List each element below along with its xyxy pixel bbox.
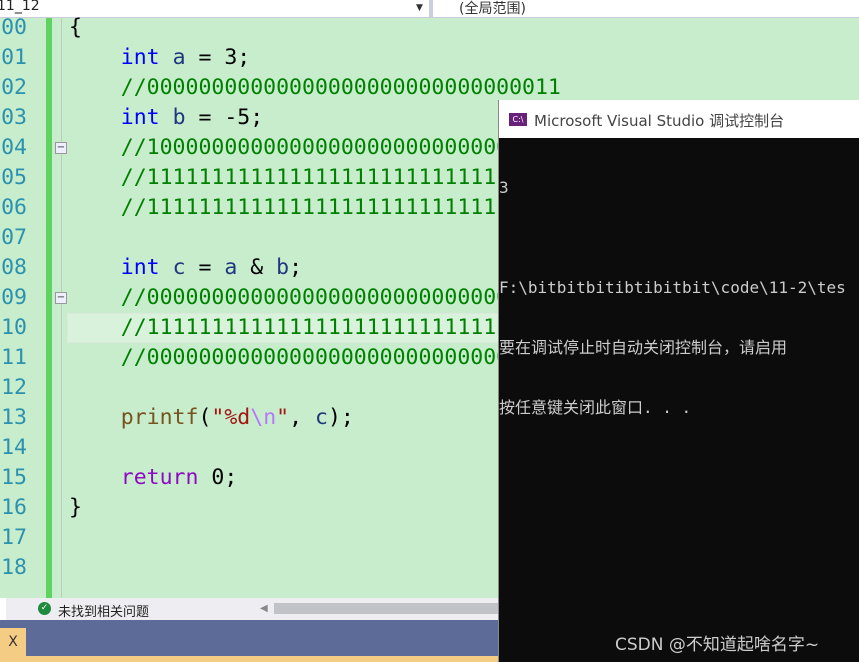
console-title-bar[interactable]: C:\ Microsoft Visual Studio 调试控制台 [499, 100, 859, 138]
horizontal-scrollbar[interactable] [274, 603, 500, 614]
code-token: , [289, 405, 315, 430]
status-bar: ✓ 未找到相关问题 ◀ [0, 598, 500, 620]
line-number: 15 [1, 465, 27, 490]
code-token: //11111111111111111111111111111011 [69, 195, 561, 220]
code-text: //00000000000000000000000000000011 [69, 73, 561, 103]
code-text: //11111111111111111111111111111011 [69, 313, 561, 343]
console-title: Microsoft Visual Studio 调试控制台 [534, 112, 785, 130]
code-text: return 0; [69, 463, 238, 493]
line-number: 16 [1, 495, 27, 520]
collapse-icon[interactable]: − [55, 142, 67, 154]
code-text: //11111111111111111111111111111011 [69, 193, 561, 223]
code-token: = 3; [185, 45, 251, 70]
code-text: int c = a & b; [69, 253, 302, 283]
code-text: int b = -5; [69, 103, 263, 133]
code-token: = -5; [185, 105, 264, 130]
console-line: 3 [499, 178, 509, 197]
code-text: printf("%d\n", c); [69, 403, 354, 433]
line-number: 18 [1, 555, 27, 580]
code-token: = [185, 255, 225, 280]
code-token: b [172, 105, 186, 130]
code-token: int [120, 255, 160, 280]
code-text: //00000000000000000000000000000011 [69, 343, 561, 373]
code-token: 0; [198, 465, 238, 490]
code-token: ; [289, 255, 303, 280]
tab-strip [0, 656, 500, 662]
code-token: //11111111111111111111111111111011 [69, 315, 561, 340]
code-token: //00000000000000000000000000000011 [69, 75, 561, 100]
code-token: int [120, 105, 160, 130]
code-token: { [69, 15, 82, 40]
code-token: \n [250, 405, 277, 430]
code-token: "%d [211, 405, 251, 430]
close-tab-button[interactable]: X [0, 628, 26, 656]
code-token: c [314, 405, 328, 430]
line-number: 07 [1, 225, 27, 250]
issues-status[interactable]: 未找到相关问题 [58, 601, 149, 620]
line-number: 10 [1, 315, 27, 340]
line-number: 04 [1, 135, 27, 160]
scroll-left-icon[interactable]: ◀ [260, 603, 268, 614]
line-number: 00 [1, 15, 27, 40]
code-token: " [276, 405, 290, 430]
code-token: //10000000000000000000000000000101 [69, 135, 561, 160]
code-text: int a = 3; [69, 43, 250, 73]
line-number: 09 [1, 285, 27, 310]
code-line[interactable]: 00 { [0, 13, 859, 43]
code-token: printf [120, 405, 199, 430]
scope-label: 11_12 [0, 0, 40, 14]
code-token: b [276, 255, 290, 280]
line-number: 14 [1, 435, 27, 460]
console-line: F:\bitbitbitibtibitbit\code\11-2\tes [499, 278, 846, 297]
code-text: //00000000000000000000000000000011 [69, 283, 561, 313]
code-token: return [120, 465, 199, 490]
code-token: ); [327, 405, 354, 430]
collapse-icon[interactable]: − [55, 292, 67, 304]
line-number: 12 [1, 375, 27, 400]
code-token: } [69, 495, 82, 520]
line-number: 02 [1, 75, 27, 100]
panel-tab-bar [0, 620, 500, 656]
line-number: 03 [1, 105, 27, 130]
code-text: //11111111111111111111111111111010 [69, 163, 561, 193]
zoom-dropdown[interactable] [0, 598, 6, 620]
code-token: ( [198, 405, 212, 430]
code-token: int [120, 45, 160, 70]
line-number: 05 [1, 165, 27, 190]
line-number: 06 [1, 195, 27, 220]
code-text: } [69, 493, 82, 523]
watermark: CSDN @不知道起啥名字~ [615, 635, 820, 655]
console-line: 按任意键关闭此窗口. . . [499, 398, 692, 417]
line-number: 08 [1, 255, 27, 280]
debug-console-window[interactable]: C:\ Microsoft Visual Studio 调试控制台 3 F:\b… [498, 100, 859, 662]
console-line: 要在调试停止时自动关闭控制台，请启用 [499, 338, 788, 357]
code-token: c [172, 255, 186, 280]
chevron-down-icon[interactable]: ▼ [416, 3, 423, 13]
line-number: 11 [1, 345, 27, 370]
code-line[interactable]: 01 int a = 3; [0, 43, 859, 73]
code-token: //11111111111111111111111111111010 [69, 165, 561, 190]
code-token: a [172, 45, 186, 70]
console-app-icon: C:\ [509, 113, 527, 126]
code-text: //10000000000000000000000000000101 [69, 133, 561, 163]
code-token: a [224, 255, 238, 280]
code-token: & [237, 255, 277, 280]
code-token: //00000000000000000000000000000011 [69, 345, 561, 370]
check-circle-icon: ✓ [38, 602, 51, 615]
line-number: 17 [1, 525, 27, 550]
code-token: //00000000000000000000000000000011 [69, 285, 561, 310]
code-text: { [69, 13, 82, 43]
console-output: 3 F:\bitbitbitibtibitbit\code\11-2\tes 要… [499, 138, 859, 458]
code-line[interactable]: 02 //00000000000000000000000000000011 [0, 73, 859, 103]
line-number: 01 [1, 45, 27, 70]
line-number: 13 [1, 405, 27, 430]
